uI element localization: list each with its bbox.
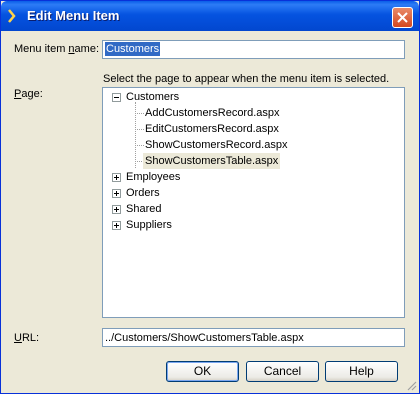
expand-icon[interactable]: [112, 221, 121, 230]
tree-node-orders[interactable]: Orders: [126, 185, 160, 201]
url-label: URL:: [14, 332, 40, 344]
tree-node-shared[interactable]: Shared: [126, 201, 161, 217]
expand-icon[interactable]: [112, 205, 121, 214]
tree-node-customers[interactable]: Customers: [126, 89, 179, 105]
tree-node-suppliers[interactable]: Suppliers: [126, 217, 172, 233]
tree-branch-line: [135, 145, 144, 146]
close-icon: [397, 12, 408, 23]
title-bar[interactable]: Edit Menu Item: [1, 1, 419, 31]
page-label: Page:: [14, 88, 43, 100]
edit-menu-item-dialog: Edit Menu Item Menu item name: Customers…: [0, 0, 420, 394]
expand-icon[interactable]: [112, 173, 121, 182]
tree-node-edit-customers-record[interactable]: EditCustomersRecord.aspx: [145, 121, 279, 137]
window-title: Edit Menu Item: [27, 8, 120, 23]
tree-node-show-customers-table[interactable]: ShowCustomersTable.aspx: [143, 153, 281, 169]
menu-item-name-label: Menu item name:: [14, 43, 100, 55]
help-button[interactable]: Help: [325, 361, 398, 382]
tree-branch-line: [135, 129, 144, 130]
tree-node-employees[interactable]: Employees: [126, 169, 180, 185]
page-tree[interactable]: Customers AddCustomersRecord.aspx EditCu…: [102, 87, 405, 318]
page-instruction: Select the page to appear when the menu …: [103, 73, 390, 85]
tree-branch-line: [135, 102, 136, 168]
menu-item-name-input[interactable]: Customers: [102, 40, 405, 59]
url-input[interactable]: ../Customers/ShowCustomersTable.aspx: [102, 328, 405, 347]
menu-item-name-value: Customers: [105, 42, 161, 56]
ok-button[interactable]: OK: [166, 361, 239, 382]
tree-node-add-customers-record[interactable]: AddCustomersRecord.aspx: [145, 105, 280, 121]
close-button[interactable]: [392, 7, 413, 28]
tree-branch-line: [135, 113, 144, 114]
collapse-icon[interactable]: [112, 93, 121, 102]
app-chevron-icon: [8, 9, 16, 23]
url-value: ../Customers/ShowCustomersTable.aspx: [105, 332, 304, 344]
cancel-button[interactable]: Cancel: [246, 361, 319, 382]
expand-icon[interactable]: [112, 189, 121, 198]
tree-node-show-customers-record[interactable]: ShowCustomersRecord.aspx: [145, 137, 287, 153]
resize-grip-icon[interactable]: [405, 379, 417, 391]
